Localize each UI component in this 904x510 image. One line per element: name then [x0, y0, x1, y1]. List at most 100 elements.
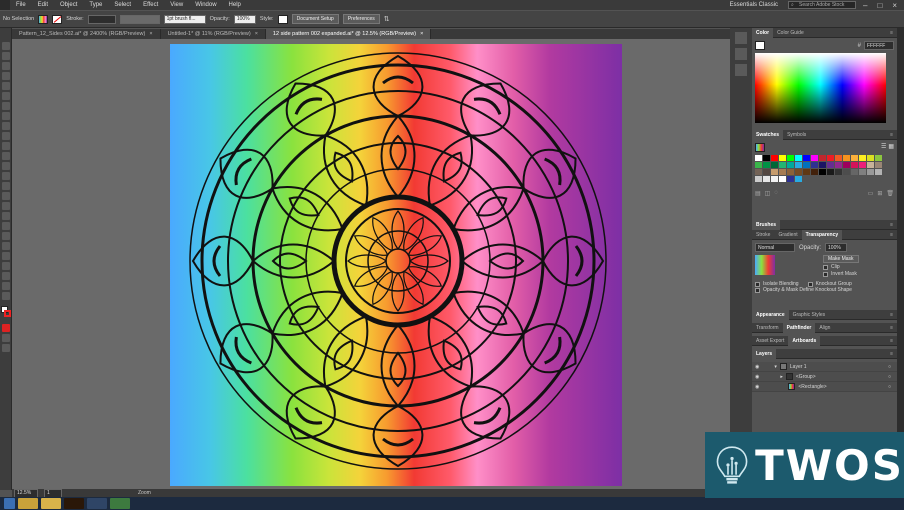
layer-name[interactable]: <Group> [796, 374, 816, 380]
menu-window[interactable]: Window [189, 2, 222, 8]
tab-transparency[interactable]: Transparency [801, 229, 843, 240]
swatch[interactable] [787, 169, 794, 175]
menu-view[interactable]: View [164, 2, 189, 8]
type-tool-icon[interactable] [1, 82, 10, 90]
eyedropper-tool-icon[interactable] [1, 222, 10, 230]
swatch[interactable] [787, 176, 794, 182]
swatch[interactable] [875, 169, 882, 175]
swatch[interactable] [763, 169, 770, 175]
swatch[interactable] [851, 169, 858, 175]
swatch[interactable] [771, 162, 778, 168]
opacity-input[interactable]: 100% [825, 243, 848, 252]
info-icon[interactable] [735, 48, 747, 60]
layer-row[interactable]: ◉ ▸ <Group> ○ [752, 372, 897, 382]
swatch[interactable] [755, 176, 762, 182]
swatch[interactable] [771, 155, 778, 161]
tab-pattern-12-sides[interactable]: Pattern_12_Sides 002.ai* @ 2400% (RGB/Pr… [12, 29, 161, 39]
taskbar-chrome-icon[interactable] [110, 498, 130, 509]
swatch[interactable] [779, 155, 786, 161]
swatch-fill[interactable] [755, 143, 765, 152]
swatch[interactable] [763, 162, 770, 168]
swatch[interactable] [819, 169, 826, 175]
panel-menu-icon[interactable]: ≡ [890, 338, 893, 344]
knockout-group-checkbox[interactable] [807, 281, 813, 287]
swatch[interactable] [811, 155, 818, 161]
magic-wand-tool-icon[interactable] [1, 62, 10, 70]
brush-dropdown[interactable]: 1pt brush fl... [163, 14, 206, 24]
swatch[interactable] [867, 155, 874, 161]
menu-help[interactable]: Help [223, 2, 247, 8]
menu-select[interactable]: Select [108, 2, 137, 8]
stock-search-input[interactable]: ⌕ Search Adobe Stock [788, 1, 857, 9]
swatch[interactable] [779, 169, 786, 175]
swatch-kind-icon[interactable]: ◫ [765, 190, 771, 197]
swatch[interactable] [859, 162, 866, 168]
scale-tool-icon[interactable] [1, 152, 10, 160]
swatch[interactable] [795, 176, 802, 182]
document-setup-button[interactable]: Document Setup [291, 14, 339, 24]
preferences-button[interactable]: Preferences [342, 14, 380, 24]
swatch[interactable] [867, 169, 874, 175]
swatch[interactable] [795, 155, 802, 161]
close-tab-icon[interactable]: × [420, 31, 423, 37]
menu-type[interactable]: Type [83, 2, 108, 8]
tab-stroke[interactable]: Stroke [752, 230, 774, 240]
stroke-indicator[interactable] [4, 310, 11, 317]
blend-mode-dropdown[interactable]: Normal [755, 243, 795, 252]
swatch[interactable] [835, 155, 842, 161]
tab-swatches[interactable]: Swatches [752, 129, 784, 140]
swatch[interactable] [843, 169, 850, 175]
make-mask-button[interactable]: Make Mask [823, 255, 859, 263]
selection-tool-icon[interactable] [1, 42, 10, 50]
swatch[interactable] [875, 162, 882, 168]
swatch[interactable] [779, 162, 786, 168]
new-color-group-icon[interactable]: ▭ [868, 190, 874, 197]
tab-graphic-styles[interactable]: Graphic Styles [789, 310, 830, 320]
rectangle-tool-icon[interactable] [1, 102, 10, 110]
new-swatch-icon[interactable]: ⊞ [877, 190, 882, 197]
menu-effect[interactable]: Effect [137, 2, 164, 8]
swatch[interactable] [803, 162, 810, 168]
target-icon[interactable]: ○ [888, 364, 891, 370]
swatch[interactable] [835, 169, 842, 175]
fill-swatch[interactable] [38, 14, 49, 24]
arrange-icon[interactable]: ⇅ [384, 15, 390, 23]
visibility-eye-icon[interactable]: ◉ [755, 374, 759, 380]
gradient-tool-icon[interactable] [1, 212, 10, 220]
eraser-tool-icon[interactable] [1, 132, 10, 140]
slice-tool-icon[interactable] [1, 272, 10, 280]
tab-transform[interactable]: Transform [752, 323, 783, 333]
perspective-grid-tool-icon[interactable] [1, 192, 10, 200]
panel-menu-icon[interactable]: ≡ [890, 312, 893, 318]
swatch[interactable] [851, 155, 858, 161]
layer-row[interactable]: ◉ <Rectangle> ○ [752, 382, 897, 392]
workspace-switcher[interactable]: Essentials Classic [724, 2, 784, 8]
paintbrush-tool-icon[interactable] [1, 112, 10, 120]
swatch[interactable] [755, 162, 762, 168]
canvas-area[interactable] [12, 39, 730, 489]
tab-pathfinder[interactable]: Pathfinder [782, 322, 816, 333]
tab-align[interactable]: Align [815, 323, 834, 333]
draw-mode-icon[interactable] [1, 334, 10, 342]
tab-color[interactable]: Color [752, 27, 774, 38]
maximize-button[interactable]: □ [874, 1, 885, 10]
play-icon[interactable] [735, 32, 747, 44]
menu-file[interactable]: File [10, 2, 32, 8]
menu-edit[interactable]: Edit [32, 2, 54, 8]
target-icon[interactable]: ○ [888, 384, 891, 390]
swatch[interactable] [763, 155, 770, 161]
tab-color-guide[interactable]: Color Guide [773, 28, 808, 38]
visibility-eye-icon[interactable]: ◉ [755, 364, 759, 370]
swatch[interactable] [771, 169, 778, 175]
color-spectrum[interactable] [755, 53, 886, 123]
panel-menu-icon[interactable]: ≡ [890, 325, 893, 331]
swatch[interactable] [755, 169, 762, 175]
swatch[interactable] [843, 162, 850, 168]
artboard-tool-icon[interactable] [1, 262, 10, 270]
mask-thumbnail[interactable] [755, 255, 775, 275]
color-fill-swatch[interactable] [755, 41, 765, 50]
style-swatch[interactable] [277, 14, 288, 24]
panel-menu-icon[interactable]: ≡ [890, 232, 893, 238]
swatch[interactable] [827, 162, 834, 168]
layer-name[interactable]: <Rectangle> [798, 384, 826, 390]
